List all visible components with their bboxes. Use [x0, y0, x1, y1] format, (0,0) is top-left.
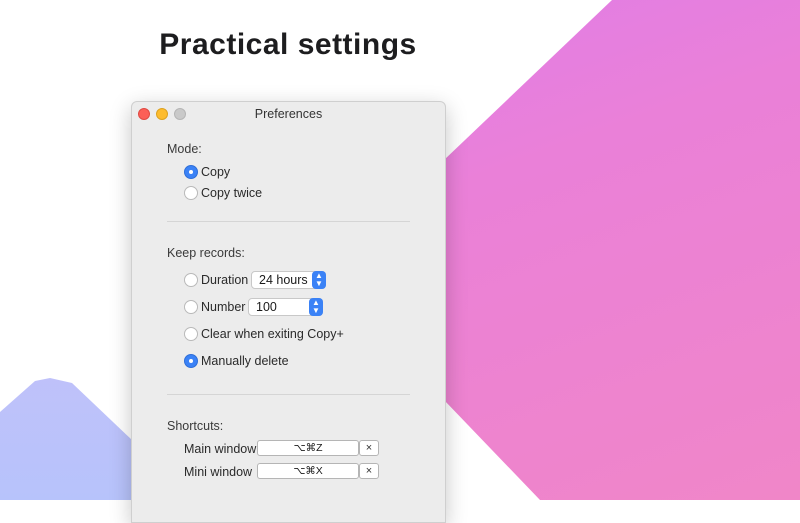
number-radio[interactable]: [184, 300, 198, 314]
clear-on-exit-radio[interactable]: [184, 327, 198, 341]
separator: [167, 394, 410, 395]
title-bar[interactable]: Preferences: [132, 102, 445, 126]
main-window-shortcut-clear-button[interactable]: ×: [359, 440, 379, 456]
separator: [167, 221, 410, 222]
duration-popup[interactable]: 24 hours ▲ ▼: [251, 271, 326, 289]
duration-radio[interactable]: [184, 273, 198, 287]
main-window-shortcut-label: Main window: [184, 442, 257, 456]
number-value: 100: [256, 300, 277, 314]
chevron-up-down-icon: ▲ ▼: [309, 298, 323, 316]
keep-records-label: Keep records:: [167, 246, 245, 260]
mini-window-shortcut-label: Mini window: [184, 465, 253, 479]
manually-delete-label[interactable]: Manually delete: [201, 354, 289, 368]
preferences-window: Preferences Mode: Copy Copy twice Keep r…: [131, 101, 446, 523]
main-window-shortcut-field[interactable]: ⌥⌘Z: [257, 440, 359, 456]
manually-delete-radio[interactable]: [184, 354, 198, 368]
duration-value: 24 hours: [259, 273, 308, 287]
mode-copy-twice-radio[interactable]: [184, 186, 198, 200]
headline: Practical settings: [159, 28, 417, 61]
mode-copy-radio[interactable]: [184, 165, 198, 179]
shortcuts-label: Shortcuts:: [167, 419, 224, 433]
clear-on-exit-label[interactable]: Clear when exiting Copy+: [201, 327, 344, 341]
mode-label: Mode:: [167, 142, 202, 156]
mode-copy-label[interactable]: Copy: [201, 165, 230, 179]
mode-copy-twice-label[interactable]: Copy twice: [201, 186, 262, 200]
number-label[interactable]: Number: [201, 300, 245, 314]
duration-label[interactable]: Duration: [201, 273, 248, 287]
number-popup[interactable]: 100 ▲ ▼: [248, 298, 323, 316]
window-title: Preferences: [254, 107, 323, 121]
chevron-up-down-icon: ▲ ▼: [312, 271, 326, 289]
mini-window-shortcut-field[interactable]: ⌥⌘X: [257, 463, 359, 479]
mini-window-shortcut-clear-button[interactable]: ×: [359, 463, 379, 479]
